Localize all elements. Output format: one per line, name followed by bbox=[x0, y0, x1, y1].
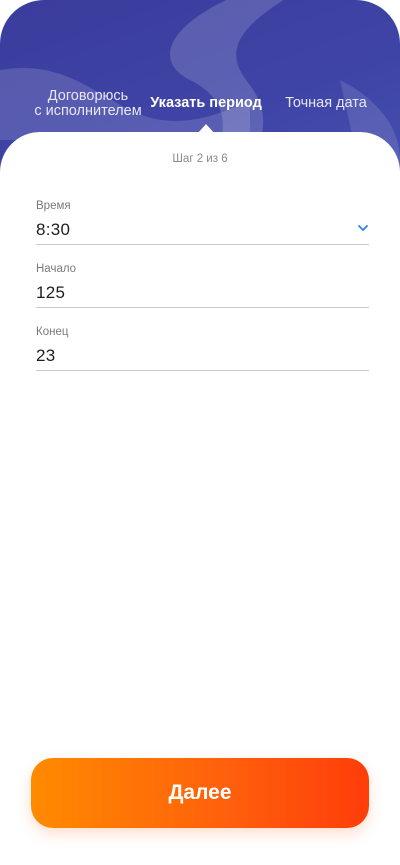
start-underline bbox=[36, 307, 369, 308]
start-label: Начало bbox=[36, 263, 77, 275]
end-label: Конец bbox=[36, 326, 69, 338]
next-button[interactable]: Далее bbox=[31, 758, 369, 828]
mode-tabs: Договорюсь с исполнителем Указать период… bbox=[0, 84, 400, 128]
tab-label-line2: с исполнителем bbox=[34, 103, 142, 119]
step-indicator: Шаг 2 из 6 bbox=[172, 153, 228, 165]
time-field[interactable]: Время 8:30 bbox=[36, 199, 369, 245]
screen: Договорюсь с исполнителем Указать период… bbox=[0, 0, 400, 865]
tab-exact-date[interactable]: Точная дата bbox=[280, 96, 372, 111]
tab-agree-with-performer[interactable]: Договорюсь с исполнителем bbox=[22, 89, 154, 119]
time-value[interactable]: 8:30 bbox=[36, 219, 369, 241]
time-underline bbox=[36, 244, 369, 245]
tab-specify-period[interactable]: Указать период bbox=[148, 96, 264, 111]
chevron-down-icon[interactable] bbox=[357, 223, 369, 233]
start-value[interactable]: 125 bbox=[36, 282, 369, 304]
end-underline bbox=[36, 370, 369, 371]
end-value[interactable]: 23 bbox=[36, 345, 369, 367]
end-field[interactable]: Конец 23 bbox=[36, 325, 369, 371]
time-label: Время bbox=[36, 200, 71, 212]
tab-label-line1: Договорюсь bbox=[47, 88, 129, 104]
start-field[interactable]: Начало 125 bbox=[36, 262, 369, 308]
